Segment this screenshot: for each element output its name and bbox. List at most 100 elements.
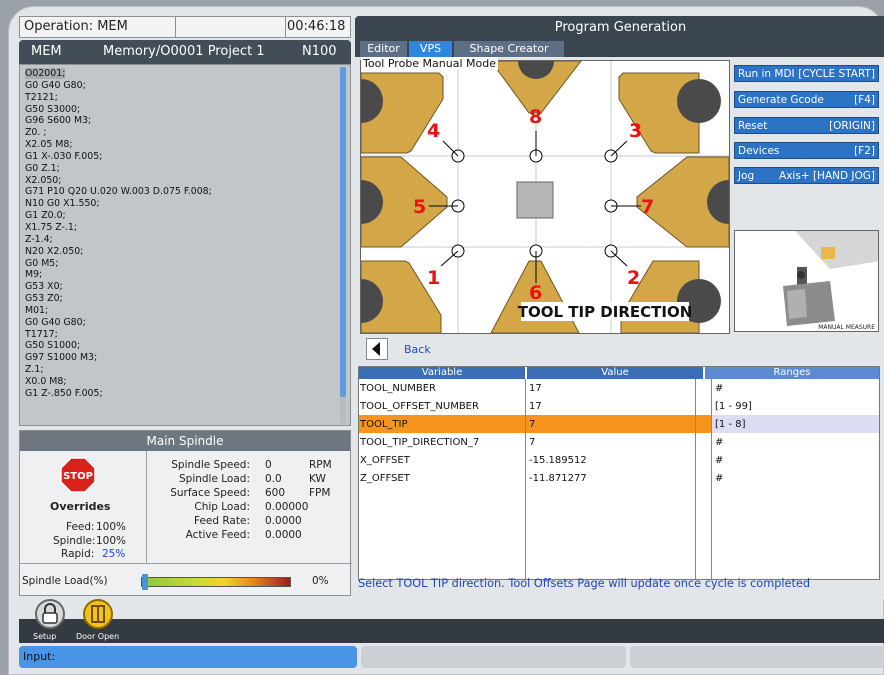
- table-cell-value: -15.189512: [529, 455, 587, 466]
- spindle-stat-unit: KW: [309, 473, 326, 485]
- code-line[interactable]: X2.05 M8;: [25, 139, 212, 151]
- code-line[interactable]: N10 G0 X1.550;: [25, 198, 212, 210]
- tab-vps[interactable]: VPS: [409, 41, 453, 57]
- table-row[interactable]: X_OFFSET -15.189512 #: [359, 451, 879, 469]
- operation-mode: Operation: MEM: [24, 19, 128, 34]
- setup-lock-icon[interactable]: [35, 599, 65, 629]
- table-cell-range: #: [715, 473, 724, 484]
- status-message: Select TOOL TIP direction. Tool Offsets …: [358, 577, 811, 590]
- spindle-stat-value: 0.0000: [265, 529, 302, 541]
- icon-bar: Setup Door Open: [19, 599, 884, 644]
- input-tertiary-field: [630, 646, 884, 668]
- code-scrollbar-thumb[interactable]: [340, 67, 346, 397]
- code-line[interactable]: T1717;: [25, 329, 212, 341]
- code-line[interactable]: M01;: [25, 305, 212, 317]
- spindle-stat-label: Chip Load:: [194, 501, 250, 513]
- reset-button[interactable]: Reset [ORIGIN]: [734, 117, 879, 134]
- run-in-mdi-button[interactable]: Run in MDI [CYCLE START]: [734, 65, 879, 82]
- memory-header: MEM Memory/O0001 Project 1 N100: [19, 40, 351, 64]
- main-spindle-panel: Main Spindle STOP Overrides Feed: 100% S…: [19, 430, 352, 596]
- table-row[interactable]: Z_OFFSET -11.871277 #: [359, 469, 879, 487]
- code-line[interactable]: X0.0 M8;: [25, 376, 212, 388]
- tool-tip-direction-caption: TOOL TIP DIRECTION: [518, 303, 693, 321]
- current-code-line[interactable]: O02001;: [25, 68, 66, 79]
- code-line[interactable]: G0 M5;: [25, 258, 212, 270]
- feed-override-value: 100%: [96, 521, 127, 533]
- door-open-icon[interactable]: [83, 599, 113, 629]
- back-arrow-icon: [372, 342, 380, 356]
- back-button[interactable]: [366, 338, 388, 360]
- code-line[interactable]: G96 S600 M3;: [25, 115, 212, 127]
- code-line[interactable]: G53 Z0;: [25, 293, 212, 305]
- tip-number-2: 2: [627, 267, 640, 289]
- tool-tip-direction-diagram[interactable]: 4 8 3 5 7 1 6 2 TOOL TIP DIRECTION: [339, 43, 751, 334]
- door-open-label: Door Open: [76, 632, 120, 641]
- table-header-variable: Variable: [359, 367, 525, 379]
- code-line[interactable]: G0 G40 G80;: [25, 80, 212, 92]
- table-cell-range: #: [715, 455, 724, 466]
- spindle-stat-label: Active Feed:: [185, 529, 250, 541]
- code-line[interactable]: G1 X-.030 F.005;: [25, 151, 212, 163]
- setup-label: Setup: [33, 632, 57, 641]
- spindle-stat-label: Feed Rate:: [193, 515, 250, 527]
- code-line[interactable]: Z.1;: [25, 364, 212, 376]
- back-label[interactable]: Back: [404, 343, 431, 356]
- generate-gcode-button[interactable]: Generate Gcode [F4]: [734, 91, 879, 108]
- table-header-value: Value: [527, 367, 703, 379]
- table-row[interactable]: TOOL_NUMBER 17 #: [359, 379, 879, 397]
- table-header-ranges: Ranges: [705, 367, 879, 379]
- spindle-load-meter: Spindle Load(%) 0%: [20, 567, 352, 595]
- code-line[interactable]: G97 S1000 M3;: [25, 352, 212, 364]
- code-line[interactable]: Z-1.4;: [25, 234, 212, 246]
- table-cell-variable: X_OFFSET: [360, 455, 410, 466]
- code-line[interactable]: G50 S3000;: [25, 104, 212, 116]
- probe-mode-title: Tool Probe Manual Mode: [361, 57, 498, 70]
- program-generation-title: Program Generation: [355, 16, 884, 40]
- spindle-stat-label: Surface Speed:: [170, 487, 250, 499]
- table-row[interactable]: TOOL_TIP 7 [1 - 8]: [359, 415, 879, 433]
- table-row[interactable]: TOOL_OFFSET_NUMBER 17 [1 - 99]: [359, 397, 879, 415]
- table-row[interactable]: TOOL_TIP_DIRECTION_7 7 #: [359, 433, 879, 451]
- code-line[interactable]: G1 Z0.0;: [25, 210, 212, 222]
- code-scrollbar[interactable]: [340, 67, 346, 423]
- spindle-stat-label: Spindle Speed:: [171, 459, 250, 471]
- tip-number-3: 3: [629, 120, 642, 142]
- code-line[interactable]: N20 X2.050;: [25, 246, 212, 258]
- input-field[interactable]: Input:: [19, 646, 357, 668]
- code-line[interactable]: T2121;: [25, 92, 212, 104]
- code-line[interactable]: M9;: [25, 269, 212, 281]
- table-cell-range: [1 - 8]: [715, 419, 746, 430]
- devices-button[interactable]: Devices [F2]: [734, 142, 879, 159]
- tool-tip-diagram[interactable]: 4 8 3 5 7 1 6 2 TOOL TIP DIRECTION: [339, 43, 751, 334]
- code-line[interactable]: X2.050;: [25, 175, 212, 187]
- spindle-load-bar: [141, 577, 291, 587]
- tip-number-8: 8: [529, 106, 542, 128]
- rapid-override-label: Rapid:: [61, 548, 95, 560]
- table-cell-variable: TOOL_TIP: [360, 419, 408, 430]
- code-lines[interactable]: O02001; G0 G40 G80; T2121; G50 S3000; G96 S6…: [25, 68, 212, 400]
- jog-button[interactable]: Jog Axis+ [HAND JOG]: [734, 167, 879, 184]
- code-line[interactable]: G50 S1000;: [25, 340, 212, 352]
- code-line[interactable]: X1.75 Z-.1;: [25, 222, 212, 234]
- code-line[interactable]: G1 Z-.850 F.005;: [25, 388, 212, 400]
- spindle-load-value: 0%: [312, 575, 329, 587]
- feed-override-label: Feed:: [66, 521, 95, 533]
- table-cell-variable: TOOL_NUMBER: [360, 383, 436, 394]
- code-line[interactable]: Z0. ;: [25, 127, 212, 139]
- code-line[interactable]: G71 P10 Q20 U.020 W.003 D.075 F.008;: [25, 186, 212, 198]
- table-cell-variable: TOOL_TIP_DIRECTION_7: [360, 437, 480, 448]
- code-line[interactable]: G0 G40 G80;: [25, 317, 212, 329]
- program-path: Memory/O0001 Project 1: [103, 44, 265, 59]
- tab-shape-creator[interactable]: Shape Creator: [454, 41, 565, 57]
- table-cell-value: 7: [529, 437, 536, 448]
- memory-mode: MEM: [31, 44, 62, 59]
- code-line[interactable]: G0 Z.1;: [25, 163, 212, 175]
- spindle-stat-unit: RPM: [309, 459, 332, 471]
- table-cell-range: #: [715, 437, 724, 448]
- tab-editor[interactable]: Editor: [360, 41, 408, 57]
- spindle-stat-unit: FPM: [309, 487, 331, 499]
- code-line[interactable]: G53 X0;: [25, 281, 212, 293]
- table-cell-range: #: [715, 383, 724, 394]
- program-code-panel[interactable]: O02001; G0 G40 G80; T2121; G50 S3000; G96 S6…: [19, 64, 351, 426]
- code-line[interactable]: O02001;: [25, 68, 212, 80]
